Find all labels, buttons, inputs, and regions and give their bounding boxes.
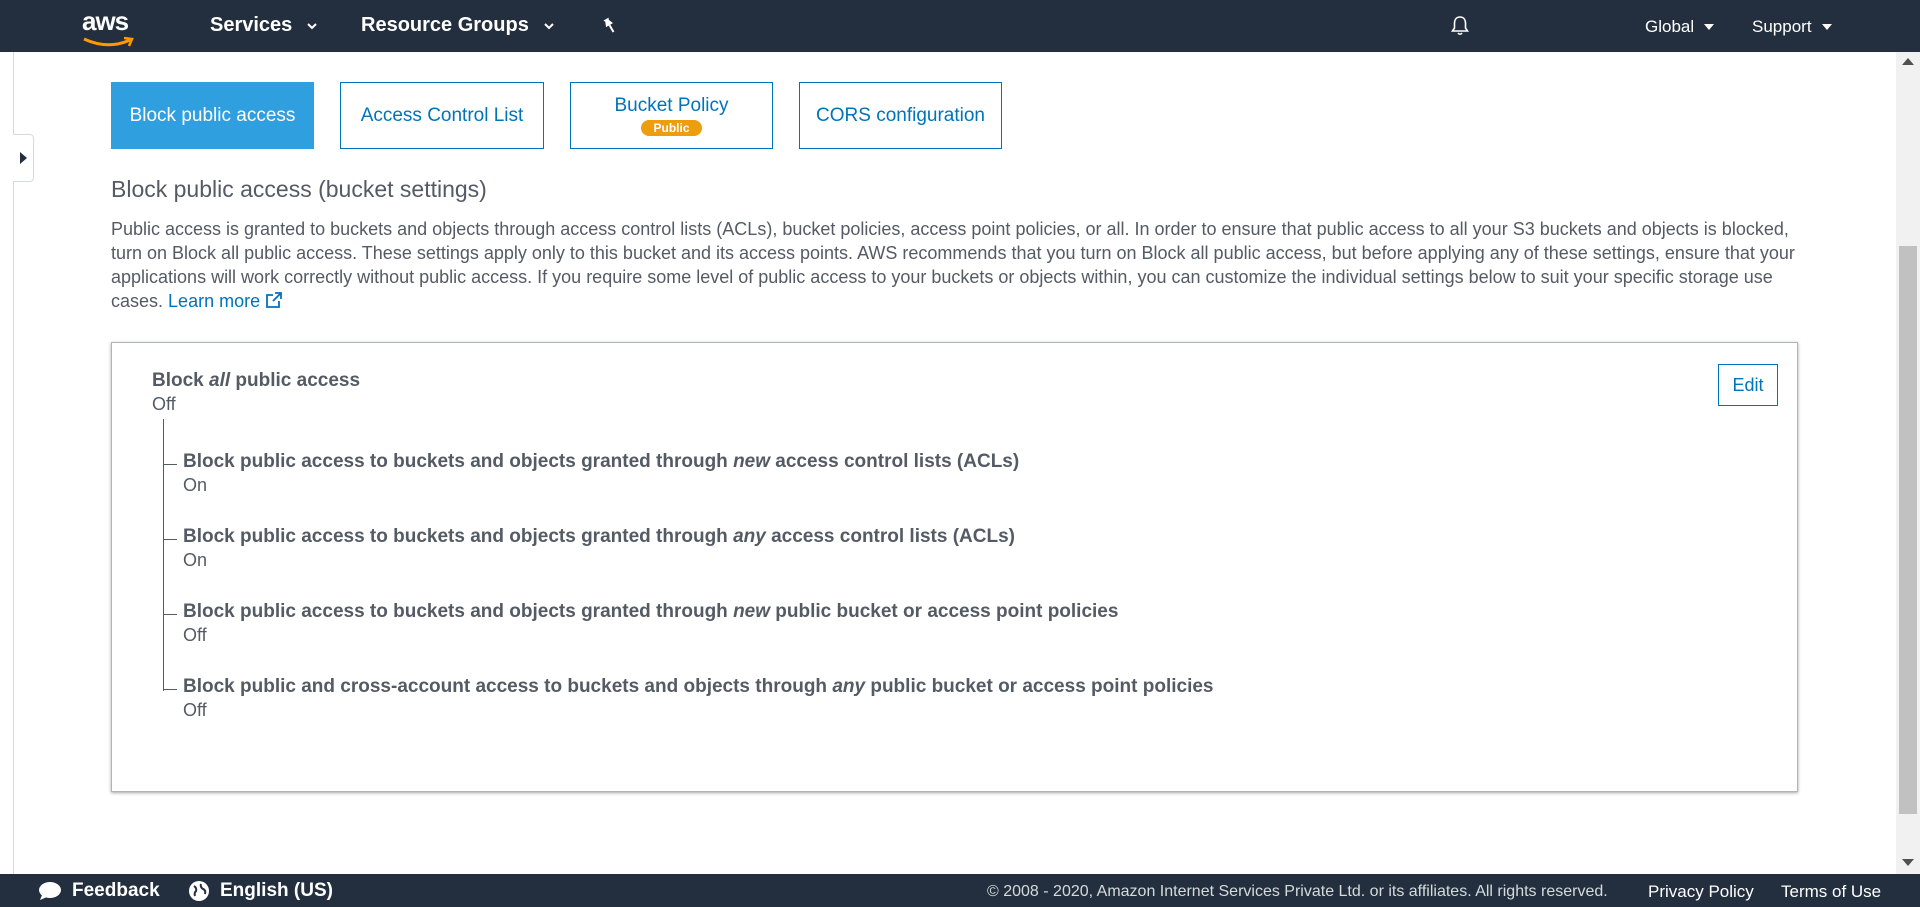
services-label: Services <box>210 14 293 36</box>
tab-bucket-policy[interactable]: Bucket Policy Public <box>570 82 773 149</box>
resource-groups-menu[interactable]: Resource Groups <box>361 14 555 37</box>
tab-access-control-list[interactable]: Access Control List <box>340 82 544 149</box>
tab-cors-configuration[interactable]: CORS configuration <box>799 82 1002 149</box>
aws-smile-icon <box>83 36 134 47</box>
language-label: English (US) <box>220 880 333 901</box>
setting-value: Off <box>183 700 207 720</box>
tab-label: Block public access <box>129 104 296 126</box>
region-selector[interactable]: Global <box>1645 17 1715 37</box>
vertical-scrollbar[interactable] <box>1896 52 1920 874</box>
resource-groups-label: Resource Groups <box>361 14 529 36</box>
setting-value: Off <box>183 625 207 645</box>
chevron-down-icon <box>544 22 554 29</box>
notifications-bell-icon[interactable] <box>1448 14 1472 38</box>
feedback-label: Feedback <box>72 880 160 901</box>
services-menu[interactable]: Services <box>210 14 318 37</box>
privacy-policy-link[interactable]: Privacy Policy <box>1648 882 1754 902</box>
tree-branch <box>163 464 177 465</box>
copyright-text: © 2008 - 2020, Amazon Internet Services … <box>987 883 1608 900</box>
tree-branch <box>163 614 177 615</box>
setting-label: Block public access to buckets and objec… <box>183 451 1020 472</box>
chevron-down-icon <box>307 22 318 29</box>
support-menu[interactable]: Support <box>1752 17 1832 37</box>
caret-down-icon <box>1704 24 1715 30</box>
tree-connector <box>163 419 164 691</box>
top-navigation-bar: aws Services Resource Groups Global Supp… <box>0 0 1920 52</box>
setting-value: On <box>183 475 208 495</box>
tab-block-public-access[interactable]: Block public access <box>111 82 314 149</box>
language-selector[interactable]: English (US) <box>188 880 333 902</box>
feedback-button[interactable]: Feedback <box>38 880 160 902</box>
section-description: Public access is granted to buckets and … <box>111 217 1801 313</box>
scroll-up-arrow-icon[interactable] <box>1902 58 1914 65</box>
learn-more-link[interactable]: Learn more <box>168 291 283 311</box>
footer-bar: Feedback English (US) © 2008 - 2020, Ama… <box>0 874 1920 907</box>
left-sidebar-collapsed <box>0 52 14 874</box>
setting-value: On <box>183 550 208 570</box>
learn-more-label: Learn more <box>168 291 261 311</box>
aws-logo-text: aws <box>82 6 129 36</box>
tab-label: Bucket Policy <box>614 95 729 116</box>
tree-branch <box>163 539 177 540</box>
caret-right-icon <box>20 152 27 164</box>
setting-label: Block public access to buckets and objec… <box>183 526 1016 547</box>
globe-icon <box>189 881 209 901</box>
region-label: Global <box>1645 17 1695 36</box>
setting-label: Block public access to buckets and objec… <box>183 601 1119 622</box>
setting-label: Block public and cross-account access to… <box>183 676 1214 697</box>
permissions-tabs: Block public access Access Control List … <box>111 82 1002 149</box>
tab-label: CORS configuration <box>816 104 985 126</box>
tab-label: Access Control List <box>360 104 524 126</box>
block-all-public-access-setting: Block all public access Off <box>152 370 360 415</box>
sidebar-toggle-button[interactable] <box>13 134 34 182</box>
terms-of-use-link[interactable]: Terms of Use <box>1781 882 1881 902</box>
scrollbar-thumb[interactable] <box>1899 246 1917 814</box>
scroll-down-arrow-icon[interactable] <box>1902 859 1914 866</box>
aws-logo[interactable]: aws <box>80 6 138 47</box>
description-text: Public access is granted to buckets and … <box>111 219 1795 311</box>
caret-down-icon <box>1821 24 1832 30</box>
setting-value: Off <box>152 394 176 414</box>
speech-bubble-icon <box>39 882 61 900</box>
tree-branch <box>163 689 177 690</box>
support-label: Support <box>1752 17 1812 36</box>
setting-label: Block all public access <box>152 370 361 391</box>
section-title: Block public access (bucket settings) <box>111 176 487 202</box>
external-link-icon <box>266 292 283 308</box>
edit-button[interactable]: Edit <box>1718 364 1778 406</box>
public-badge: Public <box>641 120 702 136</box>
pin-icon[interactable] <box>600 16 620 36</box>
block-public-access-panel: Edit Block all public access Off Block p… <box>111 342 1798 792</box>
